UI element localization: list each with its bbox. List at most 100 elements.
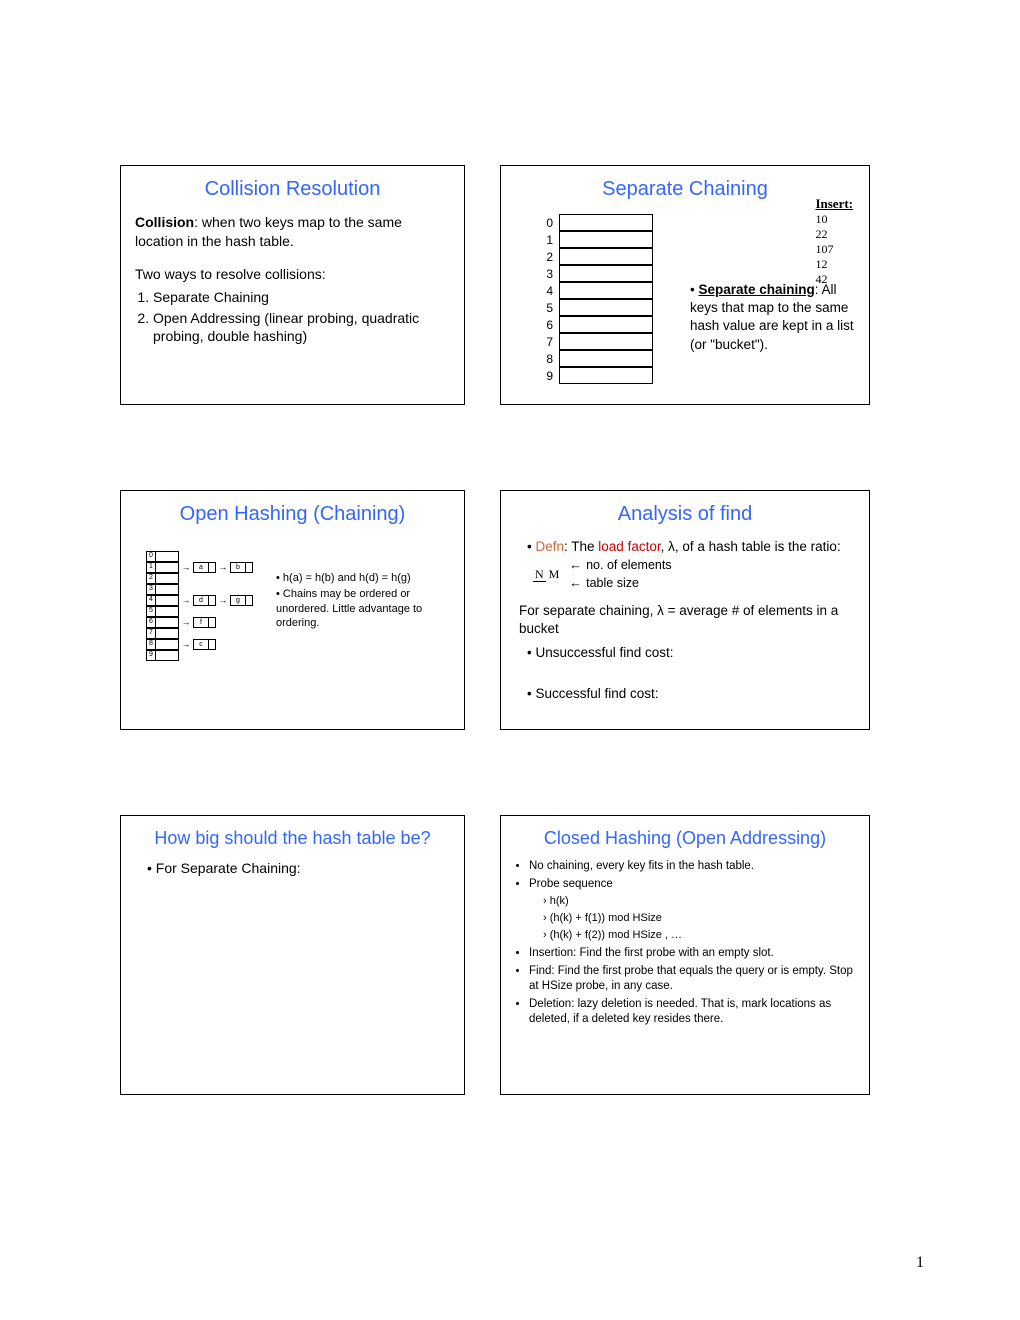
text: table size xyxy=(586,576,639,590)
text: For separate chaining, λ = average # of … xyxy=(519,602,855,638)
list-item: Separate Chaining xyxy=(153,288,450,307)
arrow-icon: → xyxy=(179,595,193,605)
definition-line: Defn: The load factor, λ, of a hash tabl… xyxy=(527,538,855,592)
table-cell xyxy=(155,639,179,650)
slide-closed-hashing: Closed Hashing (Open Addressing) No chai… xyxy=(500,815,870,1095)
bullet-text: Insertion: Find the first probe with an … xyxy=(529,946,855,961)
table-cell xyxy=(155,606,179,617)
arrow-icon: → xyxy=(179,562,193,572)
chain-tail xyxy=(208,562,216,573)
chain-node: a xyxy=(193,562,209,573)
left-arrow-icon: ← xyxy=(569,557,582,572)
chain-tail xyxy=(208,639,216,650)
index-label: 8 xyxy=(535,352,559,366)
slide-title: Separate Chaining xyxy=(515,178,855,201)
insert-label: Insert: xyxy=(815,196,853,212)
slide-separate-chaining: Separate Chaining 0 1 2 3 4 5 6 7 8 9 In… xyxy=(500,165,870,405)
slide-title: Open Hashing (Chaining) xyxy=(135,503,450,526)
insert-value: 107 xyxy=(815,242,853,257)
list-item: Open Addressing (linear probing, quadrat… xyxy=(153,309,450,347)
notes: h(a) = h(b) and h(d) = h(g) Chains may b… xyxy=(276,571,451,632)
slide-title: Analysis of find xyxy=(515,503,855,526)
text: , λ, of a hash table is the ratio: xyxy=(661,539,841,554)
slide-open-hashing: Open Hashing (Chaining) 0 1 →a →b 2 3 4 … xyxy=(120,490,465,730)
arrow-icon: → xyxy=(179,617,193,627)
chain-tail xyxy=(208,617,216,628)
chain-tail xyxy=(245,562,253,573)
list: Separate Chaining Open Addressing (linea… xyxy=(153,288,450,347)
table-cell xyxy=(559,350,653,367)
table-cell xyxy=(155,551,179,562)
left-arrow-icon: ← xyxy=(569,575,582,590)
slide-analysis-of-find: Analysis of find Defn: The load factor, … xyxy=(500,490,870,730)
table-cell xyxy=(155,617,179,628)
table-cell xyxy=(155,650,179,661)
table-cell xyxy=(559,265,653,282)
sub-list: h(k) (h(k) + f(1)) mod HSize (h(k) + f(2… xyxy=(543,894,855,943)
bullet-text: Deletion: lazy deletion is needed. That … xyxy=(529,997,855,1027)
chain-tail xyxy=(208,595,216,606)
note-text: Chains may be ordered or unordered. Litt… xyxy=(276,587,451,630)
index-label: 0 xyxy=(535,216,559,230)
index-label: 3 xyxy=(535,267,559,281)
chain-node: g xyxy=(230,595,246,606)
term-collision: Collision xyxy=(135,214,194,230)
slide-body: No chaining, every key fits in the hash … xyxy=(515,859,855,1026)
text: Two ways to resolve collisions: xyxy=(135,265,450,284)
sub-item: (h(k) + f(2)) mod HSize , … xyxy=(543,928,855,942)
load-factor-term: load factor xyxy=(598,539,660,554)
text: : The xyxy=(564,539,598,554)
arrow-icon: → xyxy=(216,595,230,605)
index-label: 9 xyxy=(535,369,559,383)
chain-node: b xyxy=(230,562,246,573)
chaining-diagram: 0 1 →a →b 2 3 4 →d →g 5 6 →f 7 8 →c 9 xyxy=(146,551,253,661)
fraction: N M xyxy=(533,566,559,582)
bullet-text: Unsuccessful find cost: xyxy=(527,644,855,662)
bullet-text: Successful find cost: xyxy=(527,685,855,703)
hash-table-diagram: 0 1 2 3 4 5 6 7 8 9 xyxy=(535,214,653,384)
bullet-text: Probe sequence h(k) (h(k) + f(1)) mod HS… xyxy=(529,877,855,943)
insert-list: Insert: 10 22 107 12 42 xyxy=(815,196,853,287)
table-cell xyxy=(559,367,653,384)
table-cell xyxy=(559,316,653,333)
bullet-text: No chaining, every key fits in the hash … xyxy=(529,859,855,874)
bullet-text: Find: Find the first probe that equals t… xyxy=(529,964,855,994)
insert-value: 10 xyxy=(815,212,853,227)
table-cell xyxy=(559,248,653,265)
fraction-numerator: N xyxy=(533,567,546,582)
term: Separate chaining xyxy=(698,282,814,297)
slide-title: How big should the hash table be? xyxy=(135,828,450,849)
index-label: 5 xyxy=(535,301,559,315)
slide-body: Collision: when two keys map to the same… xyxy=(135,213,450,346)
table-cell xyxy=(559,333,653,350)
slide-body: • For Separate Chaining: xyxy=(135,859,450,878)
chain-node: c xyxy=(193,639,209,650)
chain-node: d xyxy=(193,595,209,606)
text: Probe sequence xyxy=(529,878,613,890)
table-cell xyxy=(155,595,179,606)
table-cell xyxy=(559,299,653,316)
insert-value: 22 xyxy=(815,227,853,242)
slide-title: Collision Resolution xyxy=(135,178,450,201)
defn-label: Defn xyxy=(535,539,564,554)
table-cell xyxy=(559,214,653,231)
page-number: 1 xyxy=(916,1254,924,1272)
table-cell xyxy=(155,628,179,639)
index-label: 1 xyxy=(535,233,559,247)
chain-tail xyxy=(245,595,253,606)
fraction-denominator: M xyxy=(549,567,560,581)
arrow-icon: → xyxy=(216,562,230,572)
sub-item: (h(k) + f(1)) mod HSize xyxy=(543,911,855,925)
index-label: 4 xyxy=(535,284,559,298)
definition-text: • Separate chaining: All keys that map t… xyxy=(690,281,855,354)
index-label: 7 xyxy=(535,335,559,349)
arrow-icon: → xyxy=(179,639,193,649)
table-cell xyxy=(155,562,179,573)
note-text: h(a) = h(b) and h(d) = h(g) xyxy=(276,571,451,585)
insert-value: 12 xyxy=(815,257,853,272)
slide-body: Defn: The load factor, λ, of a hash tabl… xyxy=(515,538,855,703)
table-cell xyxy=(559,282,653,299)
chain-node: f xyxy=(193,617,209,628)
bullet-text: For Separate Chaining: xyxy=(156,860,301,876)
index-label: 6 xyxy=(535,318,559,332)
